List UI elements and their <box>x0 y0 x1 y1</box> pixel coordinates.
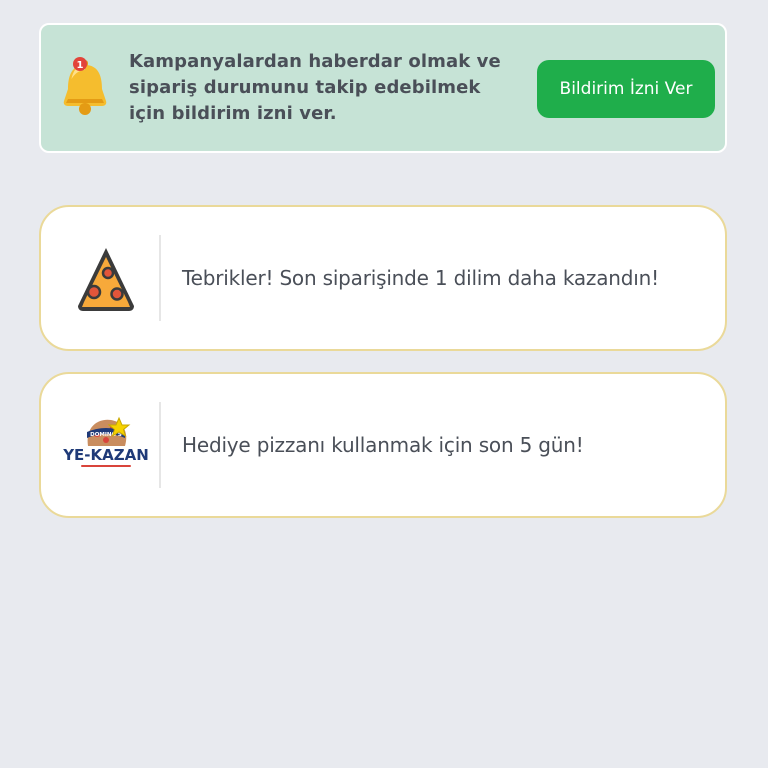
banner-message: Kampanyalardan haberdar olmak ve sipariş… <box>129 51 501 124</box>
allow-notifications-button[interactable]: Bildirim İzni Ver <box>537 60 715 118</box>
campaign-card-slice-reward[interactable]: Tebrikler! Son siparişinde 1 dilim daha … <box>39 205 727 351</box>
logo-wordmark: YE-KAZAN <box>62 446 149 464</box>
bell-icon: 1 <box>63 57 107 115</box>
notification-permission-banner: 1 Kampanyalardan haberdar olmak ve sipar… <box>39 23 727 153</box>
ye-kazan-logo: DOMINO'S YE-KAZAN <box>62 416 149 467</box>
card-divider <box>159 402 161 488</box>
card-message: Tebrikler! Son siparişinde 1 dilim daha … <box>182 266 659 290</box>
badge-count: 1 <box>77 60 84 71</box>
campaign-card-gift-pizza[interactable]: DOMINO'S YE-KAZAN Hediye pizzanı kullanm… <box>39 372 727 518</box>
card-message: Hediye pizzanı kullanmak için son 5 gün! <box>182 433 584 457</box>
pizza-slice-icon <box>78 248 134 311</box>
card-divider <box>159 235 161 321</box>
